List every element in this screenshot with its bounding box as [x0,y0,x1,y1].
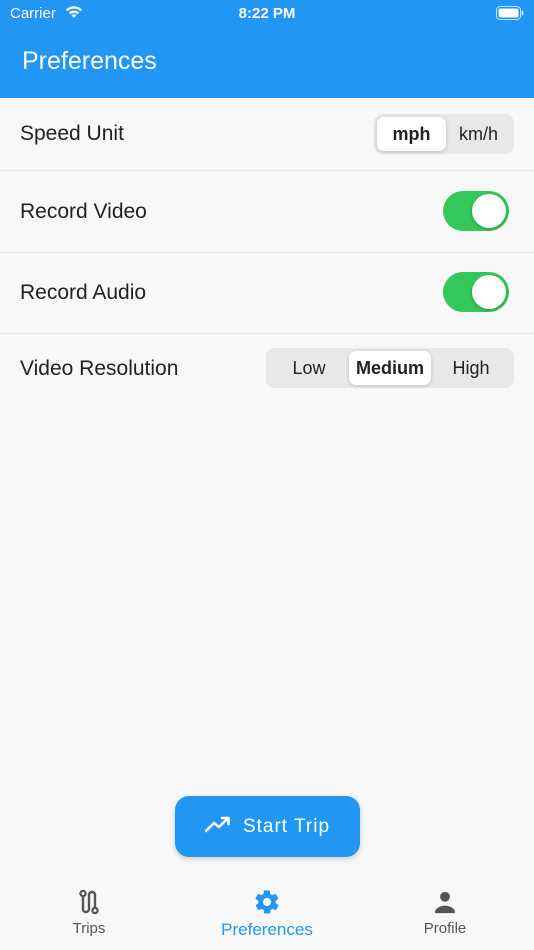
speed-unit-segmented-control: mph km/h [374,114,514,154]
segment-low[interactable]: Low [269,351,349,385]
segment-mph[interactable]: mph [377,117,446,151]
clock: 8:22 PM [238,5,296,22]
record-audio-row: Record Audio [0,253,534,334]
bottom-navigation: Trips Preferences Profile [0,870,534,950]
nav-item-preferences[interactable]: Preferences [197,888,337,940]
nav-label-preferences: Preferences [221,920,313,939]
record-video-row: Record Video [0,171,534,253]
start-trip-label: Start Trip [242,815,331,837]
route-icon [19,888,159,916]
toggle-knob [472,194,506,228]
person-icon [375,888,515,916]
page-title: Preferences [22,47,157,75]
record-audio-toggle[interactable] [443,272,509,312]
video-resolution-label: Video Resolution [20,357,179,380]
app-bar: Preferences [0,28,534,98]
battery-icon [496,6,524,20]
record-video-toggle[interactable] [443,191,509,231]
record-video-label: Record Video [20,200,147,223]
nav-label-profile: Profile [423,920,467,937]
record-audio-label: Record Audio [20,281,147,304]
nav-item-profile[interactable]: Profile [375,888,515,937]
segment-medium[interactable]: Medium [349,351,431,385]
toggle-knob [472,275,506,309]
segment-kmh[interactable]: km/h [446,117,511,151]
nav-label-trips: Trips [72,920,106,937]
start-trip-button[interactable]: Start Trip [175,796,360,857]
video-resolution-row: Video Resolution Low Medium High [0,334,534,406]
video-resolution-segmented-control: Low Medium High [266,348,514,388]
speed-unit-label: Speed Unit [20,122,124,145]
trending-up-icon [204,815,231,838]
status-bar: Carrier 8:22 PM [0,0,534,28]
nav-item-trips[interactable]: Trips [19,888,159,937]
segment-high[interactable]: High [431,351,511,385]
speed-unit-row: Speed Unit mph km/h [0,98,534,171]
gear-icon [197,888,337,916]
